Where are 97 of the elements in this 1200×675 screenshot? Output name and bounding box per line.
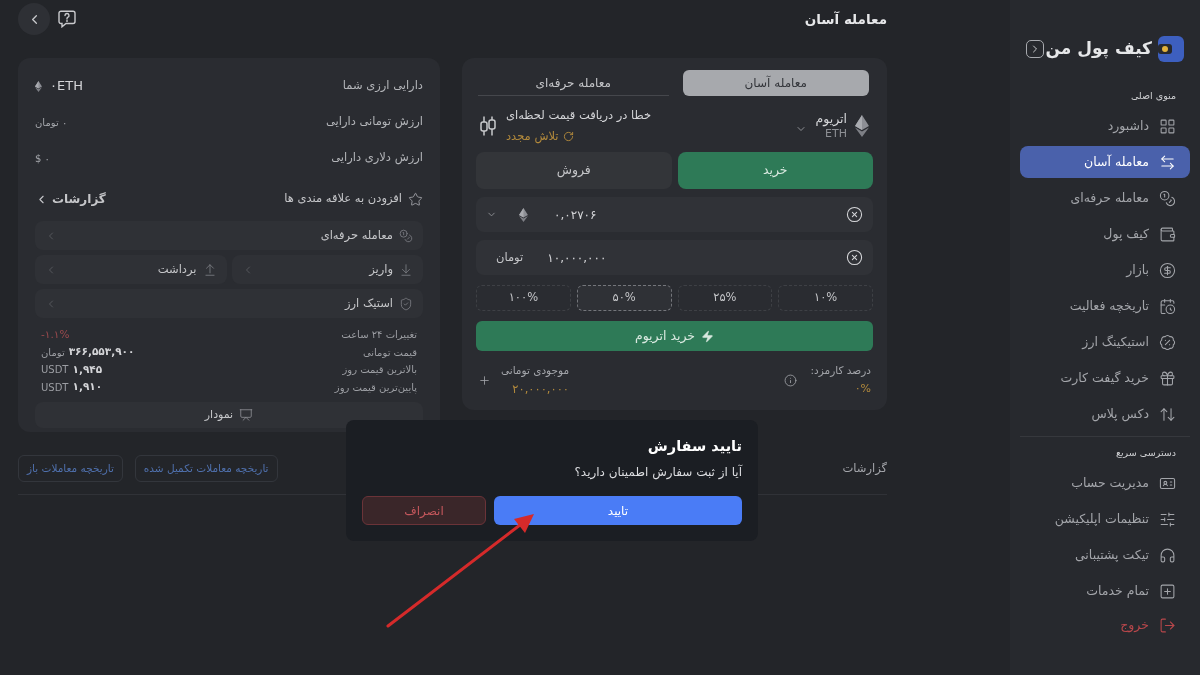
refresh-icon bbox=[562, 130, 574, 142]
ethereum-icon bbox=[519, 207, 528, 222]
amount-field[interactable]: ۰,۰۲۷۰۶ bbox=[476, 197, 873, 232]
upload-icon bbox=[202, 262, 217, 277]
help-icon[interactable] bbox=[58, 10, 76, 28]
side-toggle[interactable]: خرید bbox=[677, 152, 873, 189]
action-card[interactable]: معامله حرفه‌ای bbox=[35, 221, 423, 250]
plus-square-icon bbox=[1159, 582, 1176, 600]
stat-value: ۱,۹۴۵ bbox=[72, 361, 103, 377]
up-down-arrows-icon bbox=[1159, 405, 1176, 423]
sidebar-item[interactable]: داشبورد bbox=[1020, 110, 1190, 142]
fee-value: ۰% bbox=[854, 381, 871, 398]
sidebar-item[interactable]: تیکت پشتیبانی bbox=[1020, 539, 1190, 571]
sidebar-item[interactable]: معامله حرفه‌ای bbox=[1020, 182, 1190, 214]
price-error-text: خطا در دریافت قیمت لحظه‌ای bbox=[506, 107, 652, 125]
action-card[interactable]: واریز bbox=[231, 255, 423, 284]
chart-board-icon bbox=[239, 408, 254, 422]
download-icon bbox=[399, 262, 413, 277]
stat-label: قیمت تومانی bbox=[362, 345, 417, 360]
toman-field[interactable]: ۱۰,۰۰۰,۰۰۰ تومان bbox=[476, 240, 873, 275]
section-title: منوی اصلی bbox=[1130, 88, 1176, 103]
holding-label: ارزش دلاری دارایی bbox=[331, 149, 423, 167]
percent-option[interactable]: ۵۰% bbox=[576, 285, 672, 311]
retry-link[interactable]: تلاش مجدد bbox=[506, 127, 574, 145]
star-icon bbox=[408, 191, 423, 207]
clear-icon bbox=[846, 206, 863, 223]
sidebar-item[interactable]: بازار bbox=[1020, 254, 1190, 286]
report-tab[interactable]: تاریخچه معاملات باز bbox=[18, 455, 123, 482]
sidebar-item[interactable]: کیف پول bbox=[1020, 218, 1190, 250]
buy-button[interactable]: خرید اتریوم bbox=[476, 321, 873, 351]
sidebar-item[interactable]: خرید گیفت کارت bbox=[1020, 362, 1190, 394]
reports-title: گزارشات bbox=[842, 459, 887, 477]
page-title: معامله آسان bbox=[804, 9, 887, 29]
sidebar-item[interactable]: تنظیمات اپلیکیشن bbox=[1020, 503, 1190, 535]
sidebar-item[interactable]: استیکینگ ارز bbox=[1020, 326, 1190, 358]
stat-label: بالاترین قیمت روز bbox=[342, 363, 417, 378]
shield-icon bbox=[399, 296, 413, 311]
coins-icon bbox=[1159, 189, 1176, 207]
stat-label: تغییرات ۲۴ ساعت bbox=[341, 328, 417, 343]
sidebar-item[interactable]: تاریخچه فعالیت bbox=[1020, 290, 1190, 322]
lightning-icon bbox=[701, 329, 715, 343]
logout-icon bbox=[1159, 616, 1176, 634]
grid-icon bbox=[1159, 117, 1176, 135]
arrows-icon bbox=[1159, 153, 1176, 171]
logo-text: کیف پول من bbox=[1045, 37, 1152, 61]
logo-icon bbox=[1158, 36, 1184, 62]
gift-icon bbox=[1159, 369, 1176, 387]
clear-icon bbox=[846, 249, 863, 266]
coins-icon bbox=[399, 228, 413, 243]
fee-label: درصد کارمزد: bbox=[810, 363, 871, 379]
balance-label: موجودی تومانی bbox=[501, 363, 570, 379]
stat-unit: تومان bbox=[41, 345, 65, 360]
balance-value: ۲۰,۰۰۰,۰۰۰ bbox=[512, 380, 570, 398]
sidebar-item[interactable]: تمام خدمات bbox=[1020, 575, 1190, 607]
action-card[interactable]: برداشت bbox=[35, 255, 227, 284]
tab[interactable]: معامله آسان bbox=[682, 70, 869, 96]
chart-button[interactable]: نمودار bbox=[35, 402, 423, 428]
percent-badge-icon bbox=[1159, 333, 1176, 351]
dialog-message: آیا از ثبت سفارش اطمینان دارید؟ bbox=[573, 464, 742, 480]
stat-value: -۱.۱% bbox=[41, 326, 70, 342]
tab[interactable]: معامله حرفه‌ای bbox=[478, 70, 669, 96]
cancel-button[interactable]: انصراف bbox=[362, 496, 486, 525]
percent-option[interactable]: ۲۵% bbox=[677, 285, 773, 311]
favorite-button[interactable]: افزودن به علاقه مندی ها bbox=[284, 190, 423, 208]
action-card[interactable]: استیک ارز bbox=[35, 289, 423, 318]
stat-label: پایین‌ترین قیمت روز bbox=[334, 380, 417, 395]
holding-value: ۰ تومان bbox=[35, 115, 68, 130]
sliders-icon bbox=[1159, 510, 1176, 528]
reports-link[interactable]: گزارشات bbox=[35, 190, 106, 208]
stat-unit: USDT bbox=[41, 363, 69, 378]
report-tab[interactable]: تاریخچه معاملات تکمیل شده bbox=[134, 455, 278, 482]
ethereum-icon bbox=[35, 80, 42, 92]
back-button[interactable] bbox=[18, 3, 50, 35]
holding-value: ۰ETH bbox=[50, 77, 83, 96]
collapse-button[interactable] bbox=[1026, 40, 1044, 58]
holding-label: ارزش تومانی دارایی bbox=[325, 113, 423, 131]
candlestick-icon bbox=[480, 116, 496, 136]
percent-option[interactable]: ۱۰% bbox=[778, 285, 873, 311]
ethereum-icon bbox=[855, 115, 869, 137]
headphones-icon bbox=[1159, 546, 1176, 564]
wallet-icon bbox=[1159, 225, 1176, 243]
plus-icon[interactable] bbox=[478, 374, 491, 387]
dollar-coin-icon bbox=[1159, 261, 1176, 279]
sidebar-item[interactable]: مدیریت حساب bbox=[1020, 467, 1190, 499]
sidebar-item[interactable]: دکس پلاس bbox=[1020, 398, 1190, 430]
section-title: دسترسی سریع bbox=[1115, 445, 1176, 460]
stat-unit: USDT bbox=[41, 380, 69, 395]
percent-option[interactable]: ۱۰۰% bbox=[476, 285, 571, 311]
holding-label: دارایی ارزی شما bbox=[342, 77, 423, 95]
sidebar-item[interactable]: معامله آسان bbox=[1020, 146, 1190, 178]
calendar-clock-icon bbox=[1159, 297, 1176, 315]
stat-value: ۱,۹۱۰ bbox=[72, 379, 103, 395]
stat-value: ۳۶۶,۵۵۳,۹۰۰ bbox=[68, 344, 135, 360]
holding-value: ۰ $ bbox=[35, 151, 50, 166]
info-icon[interactable] bbox=[783, 374, 797, 387]
confirm-button[interactable]: تایید bbox=[494, 496, 742, 525]
dialog-title: تایید سفارش bbox=[646, 437, 742, 456]
